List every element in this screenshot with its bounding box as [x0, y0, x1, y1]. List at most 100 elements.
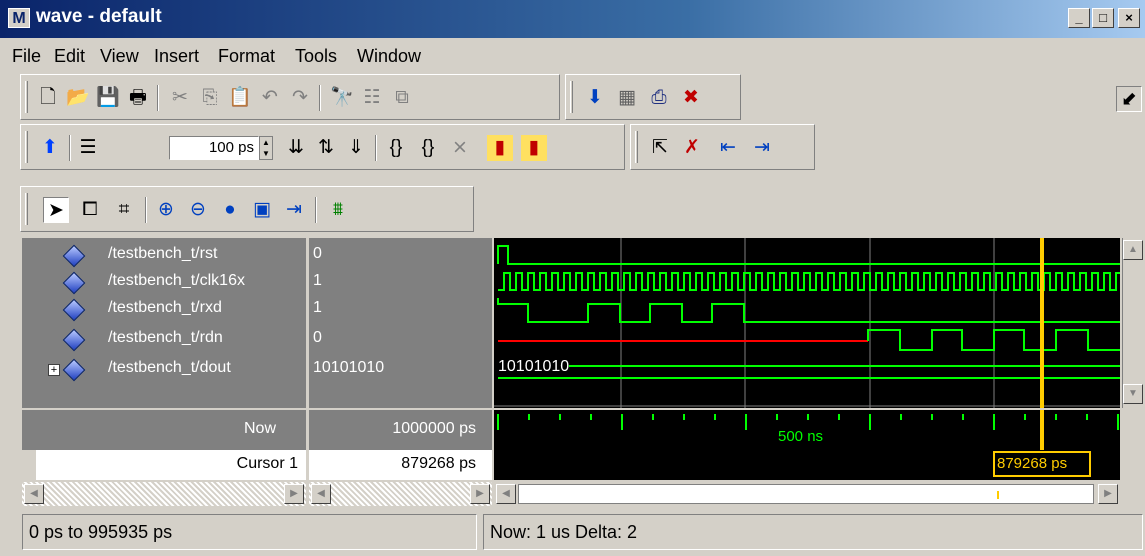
cut-icon[interactable]: ✂	[167, 85, 193, 111]
new-file-icon[interactable]: 🗋	[35, 85, 61, 111]
step-over-icon[interactable]: {}	[415, 135, 441, 161]
save-icon[interactable]: 💾	[95, 85, 121, 111]
expand-icon[interactable]: +	[48, 364, 60, 376]
toolbar-grip[interactable]	[570, 81, 573, 113]
zoom-full-icon[interactable]: ●	[217, 197, 243, 223]
toolbar-zoom-group: ➤ ⧠ ⌗ ⊕ ⊖ ● ▣ ⇥ ⩩	[20, 186, 474, 232]
close-button[interactable]: ×	[1118, 8, 1140, 28]
delete-cursor-icon[interactable]: ✗	[679, 135, 705, 161]
signal-row[interactable]: /testbench_t/clk16x	[22, 269, 306, 295]
copy-icon[interactable]: ⎘	[197, 85, 223, 111]
toolbar-grip[interactable]	[25, 193, 28, 225]
run-length-input[interactable]: 100 ps	[169, 136, 259, 160]
select-mode-icon[interactable]: ➤	[43, 197, 69, 223]
toolbar-separator	[375, 135, 377, 161]
waveform-canvas	[494, 238, 1120, 408]
signal-row[interactable]: /testbench_t/rxd	[22, 296, 306, 322]
menu-bar: File Edit View Insert Format Tools Windo…	[0, 40, 1145, 70]
open-folder-icon[interactable]: 📂	[65, 85, 91, 111]
signal-name: /testbench_t/rdn	[108, 329, 223, 346]
undo-icon[interactable]: ↶	[257, 85, 283, 111]
step-icon[interactable]: {}	[383, 135, 409, 161]
dock-undock-icon[interactable]: ⬋	[1116, 86, 1142, 112]
signal-icon	[62, 328, 86, 352]
zoom-out-icon[interactable]: ⊖	[185, 197, 211, 223]
dataflow-icon[interactable]: ▮	[521, 135, 547, 161]
scroll-left-icon[interactable]: ◀	[311, 484, 331, 504]
cursor-row-label[interactable]: Cursor 1	[36, 450, 306, 480]
menu-tools[interactable]: Tools	[295, 46, 337, 67]
zoom-range-icon[interactable]: ⇥	[281, 197, 307, 223]
scroll-right-icon[interactable]: ▶	[1098, 484, 1118, 504]
add-cursor-icon[interactable]: ⇱	[647, 135, 673, 161]
zoom-cursor-icon[interactable]: ▣	[249, 197, 275, 223]
toolbar-separator	[319, 85, 321, 111]
menu-insert[interactable]: Insert	[154, 46, 199, 67]
menu-file[interactable]: File	[12, 46, 41, 67]
find-icon[interactable]: 🔭	[329, 85, 355, 111]
compile-icon[interactable]: ⬇	[582, 85, 608, 111]
signal-row[interactable]: + /testbench_t/dout	[22, 356, 306, 382]
signal-value: 10101010	[313, 359, 385, 376]
dout-bus-label: 10101010	[498, 358, 570, 376]
toolbar-grip[interactable]	[25, 131, 28, 163]
signal-format-icon[interactable]: ⩩	[325, 197, 351, 223]
run-all-icon[interactable]: ⇓	[343, 135, 369, 161]
time-ruler[interactable]: 500 ns 879268 ps	[494, 410, 1120, 480]
scroll-right-icon[interactable]: ▶	[470, 484, 490, 504]
scroll-left-icon[interactable]: ◀	[24, 484, 44, 504]
signal-names-pane: /testbench_t/rst /testbench_t/clk16x /te…	[22, 238, 306, 408]
values-hscrollbar[interactable]: ◀ ▶	[309, 482, 492, 506]
redo-icon[interactable]: ↷	[287, 85, 313, 111]
vertical-scrollbar[interactable]: ▲ ▼	[1122, 238, 1145, 408]
zoom-mode-icon[interactable]: ⧠	[77, 197, 103, 223]
scroll-right-icon[interactable]: ▶	[284, 484, 304, 504]
menu-window[interactable]: Window	[357, 46, 421, 67]
scroll-up-icon[interactable]: ▲	[1123, 240, 1143, 260]
break-run-icon[interactable]: ⨯	[447, 135, 473, 161]
up-arrow-icon[interactable]: ⬆	[37, 135, 63, 161]
toolbar-separator	[315, 197, 317, 223]
wave-export-icon[interactable]: ▮	[487, 135, 513, 161]
toolbar-grip[interactable]	[25, 81, 28, 113]
maximize-button[interactable]: □	[1092, 8, 1114, 28]
paste-icon[interactable]: 📋	[227, 85, 253, 111]
previous-transition-icon[interactable]: ⇤	[715, 135, 741, 161]
waveform-pane[interactable]: 10101010	[494, 238, 1120, 408]
zoom-in-icon[interactable]: ⊕	[153, 197, 179, 223]
run-length-spinner[interactable]: ▲ ▼	[259, 136, 273, 160]
wave-scroll-thumb[interactable]	[518, 484, 1094, 504]
toolbar-row-3: ➤ ⧠ ⌗ ⊕ ⊖ ● ▣ ⇥ ⩩	[0, 186, 480, 232]
cursor-flag[interactable]: 879268 ps	[997, 455, 1067, 472]
signal-row[interactable]: /testbench_t/rst	[22, 242, 306, 268]
menu-format[interactable]: Format	[218, 46, 275, 67]
run-icon[interactable]: ⇊	[283, 135, 309, 161]
signal-value: 1	[313, 299, 322, 316]
break-icon[interactable]: ✖	[678, 85, 704, 111]
group-icon[interactable]: ⧉	[389, 85, 415, 111]
toolbar-grip[interactable]	[635, 131, 638, 163]
scroll-left-icon[interactable]: ◀	[496, 484, 516, 504]
restart-icon[interactable]: ☰	[75, 135, 101, 161]
signal-name: /testbench_t/rst	[108, 245, 218, 262]
menu-view[interactable]: View	[100, 46, 139, 67]
toolbar-run-group: ⬆ ☰ 100 ps ▲ ▼ ⇊ ⇅ ⇓ {} {} ⨯ ▮ ▮	[20, 124, 625, 170]
print-icon[interactable]: 🖶	[125, 85, 151, 111]
edit-mode-icon[interactable]: ⌗	[111, 197, 137, 223]
wave-rst	[497, 245, 1120, 265]
next-transition-icon[interactable]: ⇥	[749, 135, 775, 161]
signal-value: 0	[313, 329, 322, 346]
wave-clk16x	[498, 272, 1120, 291]
load-dataset-icon[interactable]: ⎙	[646, 85, 672, 111]
signal-row[interactable]: /testbench_t/rdn	[22, 326, 306, 352]
menu-edit[interactable]: Edit	[54, 46, 85, 67]
minimize-button[interactable]: _	[1068, 8, 1090, 28]
insert-divider-icon[interactable]: ☷	[359, 85, 385, 111]
scroll-down-icon[interactable]: ▼	[1123, 384, 1143, 404]
names-hscrollbar[interactable]: ◀ ▶	[22, 482, 306, 506]
simulate-icon[interactable]: ▦	[614, 85, 640, 111]
cursor-value: 879268 ps	[401, 455, 476, 472]
signal-values-pane: 0 1 1 0 10101010	[309, 238, 492, 408]
wave-hscrollbar[interactable]: ◀ ▶	[494, 482, 1120, 506]
continue-run-icon[interactable]: ⇅	[313, 135, 339, 161]
